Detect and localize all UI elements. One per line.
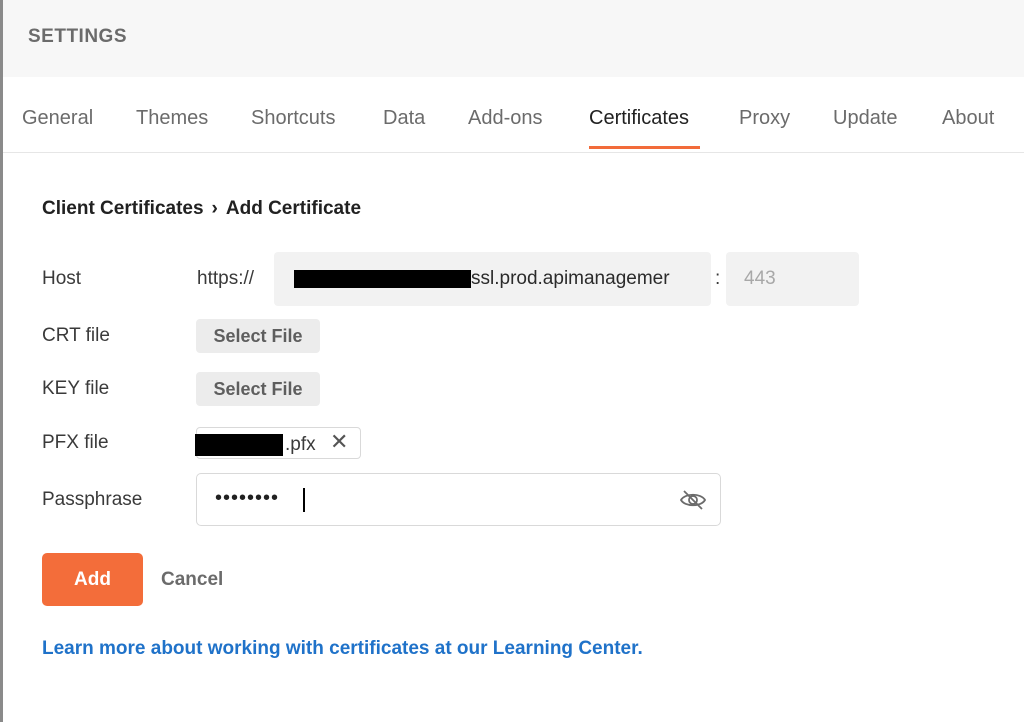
tab-update[interactable]: Update: [833, 107, 898, 130]
port-placeholder: 443: [744, 268, 776, 289]
tab-about[interactable]: About: [942, 107, 994, 130]
host-protocol-prefix: https://: [197, 268, 255, 289]
settings-tabs: General Themes Shortcuts Data Add-ons Ce…: [3, 77, 1024, 153]
tab-add-ons[interactable]: Add-ons: [468, 107, 543, 130]
add-button[interactable]: Add: [42, 553, 143, 606]
tab-general[interactable]: General: [22, 107, 93, 130]
settings-title: SETTINGS: [28, 26, 128, 47]
pfx-file-name: .pfx: [285, 434, 316, 455]
passphrase-input[interactable]: ••••••••: [196, 473, 721, 526]
crt-file-label: CRT file: [42, 325, 110, 346]
port-separator: :: [715, 268, 721, 289]
settings-header: SETTINGS: [3, 0, 1024, 77]
passphrase-label: Passphrase: [42, 489, 143, 510]
learning-center-link[interactable]: Learn more about working with certificat…: [42, 638, 643, 660]
crt-select-file-button[interactable]: Select File: [196, 319, 320, 353]
redacted-block: [195, 434, 283, 456]
breadcrumb: Client Certificates › Add Certificate: [42, 198, 361, 220]
breadcrumb-current: Add Certificate: [225, 198, 362, 219]
text-caret: [303, 488, 305, 512]
tab-shortcuts[interactable]: Shortcuts: [251, 107, 335, 130]
tab-data[interactable]: Data: [383, 107, 425, 130]
tab-certificates[interactable]: Certificates: [589, 107, 689, 130]
active-tab-indicator: [589, 146, 700, 149]
pfx-file-label: PFX file: [42, 432, 109, 453]
key-select-file-button[interactable]: Select File: [196, 372, 320, 406]
host-input[interactable]: ssl.prod.apimanagemer: [274, 252, 711, 306]
eye-slash-icon[interactable]: [679, 488, 707, 512]
passphrase-value: ••••••••: [215, 487, 280, 509]
key-file-label: KEY file: [42, 378, 110, 399]
port-input[interactable]: 443: [726, 252, 859, 306]
breadcrumb-separator: ›: [211, 198, 218, 219]
breadcrumb-parent[interactable]: Client Certificates: [42, 198, 204, 219]
pfx-file-chip: .pfx ✕: [195, 427, 361, 459]
redacted-block: [294, 270, 471, 288]
tab-themes[interactable]: Themes: [136, 107, 208, 130]
host-input-value: ssl.prod.apimanagemer: [471, 268, 670, 289]
remove-file-icon[interactable]: ✕: [330, 431, 348, 453]
cancel-button[interactable]: Cancel: [161, 569, 223, 591]
tab-proxy[interactable]: Proxy: [739, 107, 790, 130]
host-label: Host: [42, 268, 82, 289]
